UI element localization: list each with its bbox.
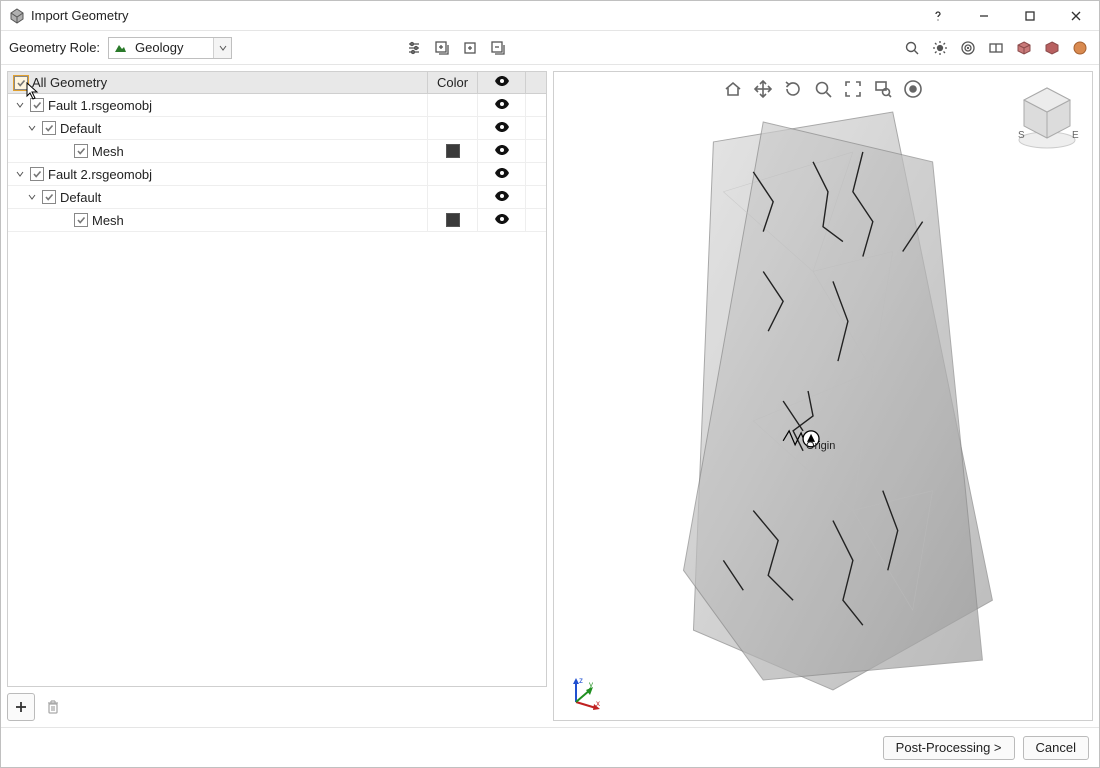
geometry-role-label: Geometry Role: [9,40,100,55]
viewport-3d[interactable]: Origin S E z [553,71,1093,721]
checkbox[interactable] [42,121,56,135]
maximize-button[interactable] [1007,1,1053,31]
all-geometry-label: All Geometry [32,75,107,90]
collapse-icon[interactable] [26,122,38,134]
eye-icon[interactable] [494,144,510,159]
tree-row-fault1-default[interactable]: Default [8,117,546,140]
titlebar: Import Geometry [1,1,1099,31]
delete-button[interactable] [39,693,67,721]
checkbox[interactable] [42,190,56,204]
add-layer-icon-button[interactable] [459,37,481,59]
checkbox[interactable] [74,144,88,158]
collapse-icon[interactable] [14,168,26,180]
tree-item-label: Mesh [92,213,124,228]
collapse-icon[interactable] [26,191,38,203]
view-cube[interactable]: S E [1012,82,1082,152]
eye-icon[interactable] [494,190,510,205]
origin-label: Origin [806,440,835,452]
light-icon-button[interactable] [929,37,951,59]
color-swatch[interactable] [446,213,460,227]
target-icon-button[interactable] [957,37,979,59]
chevron-down-icon [213,38,231,58]
axes-triad: z x y [568,674,604,710]
help-button[interactable] [915,1,961,31]
tree-row-fault1-mesh[interactable]: Mesh [8,140,546,163]
eye-icon [494,75,510,90]
tree-panel: All Geometry Color [7,71,547,721]
tree-row-fault1[interactable]: Fault 1.rsgeomobj [8,94,546,117]
collapse-icon[interactable] [14,99,26,111]
geometry-preview [554,72,1092,720]
tree-row-fault2[interactable]: Fault 2.rsgeomobj [8,163,546,186]
cube-shaded-icon[interactable] [1013,37,1035,59]
svg-text:y: y [589,680,593,689]
geology-icon [109,41,131,55]
tree-row-fault2-default[interactable]: Default [8,186,546,209]
checkbox[interactable] [74,213,88,227]
toolbar: Geometry Role: Geology [1,31,1099,65]
view-eye-button[interactable] [900,76,926,102]
tree-item-label: Fault 2.rsgeomobj [48,167,152,182]
collapse-all-icon-button[interactable] [487,37,509,59]
checkbox[interactable] [30,167,44,181]
expand-all-icon-button[interactable] [431,37,453,59]
tree-header-row: All Geometry Color [8,72,546,94]
tree-row-fault2-mesh[interactable]: Mesh [8,209,546,232]
cube-solid-icon[interactable] [1041,37,1063,59]
svg-text:x: x [596,699,600,708]
post-processing-button[interactable]: Post-Processing > [883,736,1015,760]
compass-e-label: E [1072,130,1079,141]
cancel-button[interactable]: Cancel [1023,736,1089,760]
eye-icon[interactable] [494,167,510,182]
tree-item-label: Fault 1.rsgeomobj [48,98,152,113]
rotate-button[interactable] [780,76,806,102]
geometry-role-combo[interactable]: Geology [108,37,232,59]
geometry-role-value: Geology [131,40,213,55]
visibility-column-header [478,72,526,93]
tree-item-label: Default [60,121,101,136]
main-area: All Geometry Color [1,65,1099,727]
geometry-tree: All Geometry Color [7,71,547,687]
sphere-icon[interactable] [1069,37,1091,59]
zoom-window-button[interactable] [870,76,896,102]
zoom-button[interactable] [810,76,836,102]
viewport-toolbar [720,76,926,102]
tree-action-bar [7,687,547,721]
svg-text:z: z [579,676,583,685]
close-button[interactable] [1053,1,1099,31]
fault1-checkbox[interactable] [30,98,44,112]
color-swatch[interactable] [446,144,460,158]
eye-icon[interactable] [494,213,510,228]
dialog-footer: Post-Processing > Cancel [1,727,1099,767]
add-button[interactable] [7,693,35,721]
color-column-header: Color [428,72,478,93]
import-geometry-window: Import Geometry Geometry Role: Geology [0,0,1100,768]
home-view-button[interactable] [720,76,746,102]
fit-button[interactable] [840,76,866,102]
tree-item-label: Default [60,190,101,205]
clip-icon-button[interactable] [985,37,1007,59]
app-icon [9,8,25,24]
zoom-icon-button[interactable] [901,37,923,59]
all-geometry-checkbox[interactable] [14,76,28,90]
compass-s-label: S [1018,130,1025,141]
tree-item-label: Mesh [92,144,124,159]
eye-icon[interactable] [494,121,510,136]
pan-button[interactable] [750,76,776,102]
minimize-button[interactable] [961,1,1007,31]
eye-icon[interactable] [494,98,510,113]
settings-icon-button[interactable] [403,37,425,59]
window-title: Import Geometry [31,8,129,23]
